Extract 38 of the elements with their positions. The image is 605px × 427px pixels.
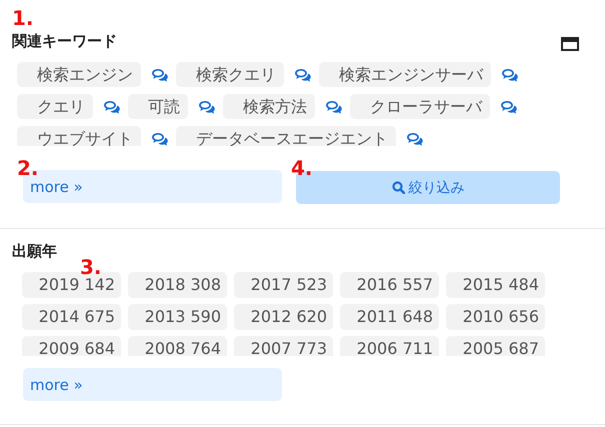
year-tag[interactable]: 2005 687 (446, 336, 545, 356)
comments-icon[interactable] (151, 68, 169, 82)
keyword-tag[interactable]: 検索エンジンサーバ (319, 62, 491, 87)
window-icon[interactable] (561, 37, 579, 51)
annotation-number: 1. (12, 7, 34, 29)
keyword-tag[interactable]: ウエブサイト (17, 126, 141, 146)
keyword-tag[interactable]: 可読 (128, 94, 188, 119)
year-tag[interactable]: 2008 764 (128, 336, 227, 356)
search-icon[interactable] (392, 181, 404, 194)
comments-icon[interactable] (151, 132, 169, 146)
year-tag[interactable]: 2013 590 (128, 304, 227, 330)
comments-icon[interactable] (198, 100, 216, 114)
comments-icon[interactable] (294, 68, 312, 82)
year-tag[interactable]: 2016 557 (340, 272, 439, 298)
section-title: 関連キーワード (12, 31, 117, 52)
year-tag[interactable]: 2018 308 (128, 272, 227, 298)
year-tag[interactable]: 2012 620 (234, 304, 333, 330)
year-tag[interactable]: 2015 484 (446, 272, 545, 298)
year-tag[interactable]: 2014 675 (22, 304, 121, 330)
year-tag[interactable]: 2010 656 (446, 304, 545, 330)
year-tag[interactable]: 2009 684 (22, 336, 121, 356)
keyword-tag[interactable]: 検索クエリ (176, 62, 284, 87)
year-tag[interactable]: 2007 773 (234, 336, 333, 356)
comments-icon[interactable] (325, 100, 343, 114)
year-tag[interactable]: 2011 648 (340, 304, 439, 330)
comments-icon[interactable] (501, 68, 519, 82)
comments-icon[interactable] (103, 100, 121, 114)
keyword-tag[interactable]: 検索エンジン (17, 62, 141, 87)
keyword-tag[interactable]: データベースエージエント (176, 126, 396, 146)
year-tag[interactable]: 2017 523 (234, 272, 333, 298)
year-tag[interactable]: 2006 711 (340, 336, 439, 356)
keyword-tag[interactable]: クエリ (17, 94, 93, 119)
comments-icon[interactable] (500, 100, 518, 114)
keyword-tag[interactable]: 検索方法 (223, 94, 315, 119)
comments-icon[interactable] (406, 132, 424, 146)
more-link[interactable]: more » (23, 368, 282, 401)
section-title: 出願年 (12, 241, 58, 262)
keyword-tag[interactable]: クローラサーバ (350, 94, 490, 119)
